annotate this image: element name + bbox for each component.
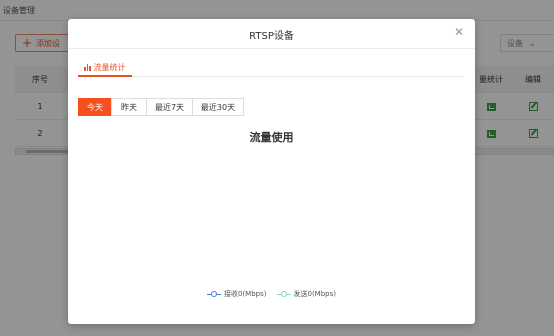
rtsp-device-dialog: RTSP设备 ✕ 流量统计 今天 昨天 最近7天 最近30天 流量使用 接收0(… <box>68 19 475 324</box>
legend-item-send[interactable]: 发送0(Mbps) <box>276 289 337 299</box>
chart-title: 流量使用 <box>249 131 294 144</box>
legend-label: 接收0(Mbps) <box>224 290 267 298</box>
legend-item-receive[interactable]: 接收0(Mbps) <box>207 289 267 299</box>
tab-bar: 流量统计 <box>78 59 463 77</box>
range-today-button[interactable]: 今天 <box>78 98 112 116</box>
chart-legend: 接收0(Mbps) 发送0(Mbps) <box>68 289 475 299</box>
legend-marker-icon <box>207 290 221 298</box>
range-7days-button[interactable]: 最近7天 <box>146 98 193 116</box>
tab-traffic-stats[interactable]: 流量统计 <box>78 59 132 77</box>
range-yesterday-button[interactable]: 昨天 <box>111 98 147 116</box>
close-icon[interactable]: ✕ <box>453 26 465 38</box>
legend-marker-icon <box>276 290 291 298</box>
dialog-title: RTSP设备 <box>249 31 294 42</box>
bar-chart-icon <box>84 63 91 71</box>
tab-label: 流量统计 <box>93 62 126 72</box>
dialog-header: RTSP设备 ✕ <box>68 19 475 49</box>
legend-label: 发送0(Mbps) <box>293 290 337 298</box>
range-30days-button[interactable]: 最近30天 <box>192 98 244 116</box>
time-range-group: 今天 昨天 最近7天 最近30天 <box>78 98 244 116</box>
